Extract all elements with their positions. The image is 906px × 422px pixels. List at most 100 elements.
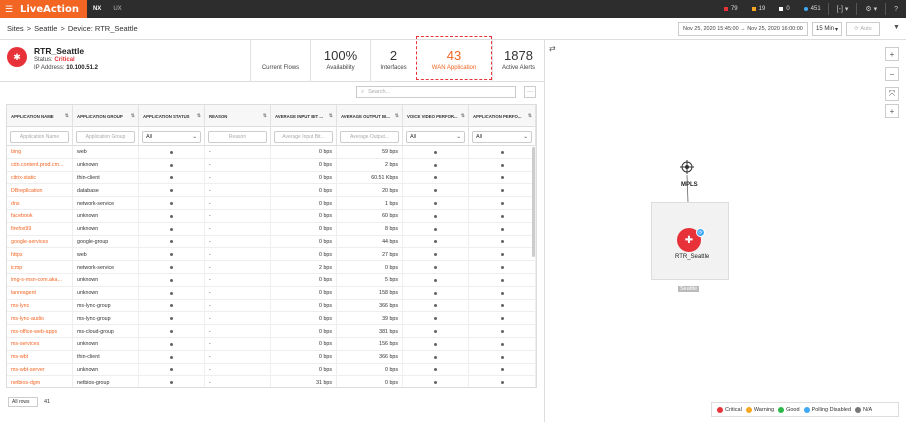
col-application-status[interactable]: APPLICATION STATUS ⇅ [139,105,205,127]
table-row[interactable]: ms-lync ms-lync-group -0 bps 366 bps [7,299,536,313]
critical-dot-icon [717,406,723,413]
status-dot-icon [434,150,437,154]
filter-average-output[interactable]: Average Output... [340,130,399,143]
breadcrumb-seattle[interactable]: Seattle [34,24,57,33]
table-row[interactable]: img-s-msn-com.aka... unknown -0 bps 5 bps [7,273,536,287]
tab-nx[interactable]: NX [87,0,107,18]
help-icon[interactable]: ? [886,6,906,13]
cell-application-name[interactable]: bing [7,146,73,159]
hamburger-menu-icon[interactable]: ☰ [0,0,18,18]
table-row[interactable]: cdn.content.prod.cm... unknown -0 bps 2 bps [7,158,536,172]
logo[interactable]: LiveAction [18,0,87,18]
table-row[interactable]: ms-office-web-apps ms-cloud-group -0 bps 38… [7,325,536,338]
time-range-picker[interactable]: Nov 25, 2020 15:45:00 → Nov 25, 2020 16:… [678,22,808,36]
col-application-group[interactable]: APPLICATION GROUP ⇅ [73,105,139,127]
table-row[interactable]: icmp network-service -2 bps 0 bps [7,261,536,274]
more-options-button[interactable]: ··· [524,86,536,98]
swap-panels-icon[interactable]: ⇄ [549,44,556,53]
cell-application-name[interactable]: citrix-static [7,171,73,185]
kpi-active-alerts[interactable]: 1878 Active Alerts [492,40,544,82]
table-row[interactable]: google-services google-group -0 bps 44 bps [7,235,536,249]
cell-application-name[interactable]: facebook [7,209,73,223]
cell-application-name[interactable]: ms-wbt [7,350,73,364]
user-menu[interactable]: [-] ▾ [829,5,857,13]
cell-application-name[interactable]: img-s-msn-com.aka... [7,273,73,287]
filter-reason[interactable]: Reason [208,130,267,143]
application-table: APPLICATION NAME ⇅ APPLICATION GROUP ⇅ APP… [6,104,537,388]
kpi-interfaces[interactable]: 2 Interfaces [370,40,416,82]
polling-disabled-dot-icon [803,406,810,413]
table-row[interactable]: netbios-dgm netbios-group -31 bps 0 bps [7,376,536,387]
cell-application-name[interactable]: ms-lync-audio [7,312,73,326]
table-row[interactable]: ms-services unknown -0 bps 156 bps [7,337,536,351]
cell-application-name[interactable]: lanreagent [7,286,73,300]
kpi-wan-application[interactable]: 43 WAN Application [416,36,492,80]
interval-select[interactable]: 15 Min ▾ [812,22,842,36]
cell-application-name[interactable]: cdn.content.prod.cm... [7,158,73,172]
breadcrumb-sites[interactable]: Sites [7,24,24,33]
tab-ux[interactable]: UX [107,0,127,18]
filter-application-name[interactable]: Application Name [10,130,69,143]
table-row[interactable]: ms-lync-audio ms-lync-group -0 bps 39 bps [7,312,536,326]
mpls-cloud-icon[interactable] [680,160,694,174]
cell-application-name[interactable]: netbios-dgm [7,376,73,387]
cell-application-group: ms-lync-group [73,299,139,313]
critical-indicator-icon [723,7,728,11]
cell-application-name[interactable]: ms-services [7,337,73,351]
cell-application-name[interactable]: ms-office-web-apps [7,325,73,338]
warning-alert-count[interactable]: 19 [745,0,773,18]
table-row[interactable]: bing web -0 bps 59 bps [7,146,536,159]
user-count[interactable]: 451 [797,0,828,18]
filter-icon[interactable]: ▼ [893,24,900,31]
status-dot-icon [500,176,504,180]
settings-menu[interactable]: ⚙ ▾ [857,5,885,13]
kpi-current-flows[interactable]: Current Flows [250,40,310,82]
cell-application-status [139,312,205,326]
col-average-output[interactable]: AVERAGE OUTPUT BI... ⇅ [337,105,403,127]
table-row[interactable]: dns network-service -0 bps 1 bps [7,197,536,210]
info-alert-count[interactable]: 0 [772,0,796,18]
cell-application-name[interactable]: ms-wbt-server [7,363,73,377]
filter-application-group[interactable]: Application Group [76,130,135,143]
cell-application-group: web [73,146,139,159]
col-application-performance[interactable]: APPLICATION PERFO... ⇅ [469,105,536,127]
rows-per-page-select[interactable]: All rows [8,397,38,407]
critical-alert-count[interactable]: 79 [717,0,745,18]
cell-application-name[interactable]: dns [7,197,73,210]
cell-average-input: 0 bps [271,209,337,223]
add-node-icon[interactable]: + [885,104,899,118]
filter-application-performance[interactable]: All ⌄ [472,130,532,143]
zoom-out-icon[interactable]: − [885,67,899,81]
table-row[interactable]: DBreplication database -0 bps 20 bps [7,184,536,198]
cell-application-name[interactable]: firefox99 [7,222,73,236]
cell-application-name[interactable]: DBreplication [7,184,73,198]
col-average-input[interactable]: AVERAGE INPUT BIT ... ⇅ [271,105,337,127]
user-indicator-icon [803,7,808,11]
cell-application-name[interactable]: icmp [7,261,73,274]
col-voice-video[interactable]: VOICE VIDEO PERFOR... ⇅ [403,105,469,127]
search-input[interactable]: ⌕ Search... [356,86,516,98]
col-application-name[interactable]: APPLICATION NAME ⇅ [7,105,73,127]
cell-application-name[interactable]: ms-lync [7,299,73,313]
kpi-availability[interactable]: 100% Availability [310,40,370,82]
filter-voice-video[interactable]: All ⌄ [406,130,465,143]
table-scrollbar[interactable] [532,147,535,257]
zoom-in-icon[interactable]: + [885,47,899,61]
filter-average-input[interactable]: Average Input Bit... [274,130,333,143]
table-row[interactable]: citrix-static thin-client -0 bps 60.51 Kbps [7,171,536,185]
table-row[interactable]: facebook unknown -0 bps 60 bps [7,209,536,223]
table-row[interactable]: https web -0 bps 27 bps [7,248,536,262]
fit-to-screen-icon[interactable]: ⤧ [885,87,899,101]
cell-application-name[interactable]: google-services [7,235,73,249]
table-row[interactable]: firefox99 unknown -0 bps 8 bps [7,222,536,236]
auto-refresh-button[interactable]: ⟳ Auto [846,22,880,36]
status-dot-icon [500,189,504,193]
sort-icon: ⇅ [460,113,465,119]
table-row[interactable]: ms-wbt-server unknown -0 bps 0 bps [7,363,536,377]
cell-application-name[interactable]: https [7,248,73,262]
table-row[interactable]: ms-wbt thin-client -0 bps 366 bps [7,350,536,364]
table-row[interactable]: lanreagent unknown -0 bps 158 bps [7,286,536,300]
chevron-down-icon: ⌄ [523,133,528,140]
col-reason[interactable]: REASON ⇅ [205,105,271,127]
filter-application-status[interactable]: All ⌄ [142,130,201,143]
